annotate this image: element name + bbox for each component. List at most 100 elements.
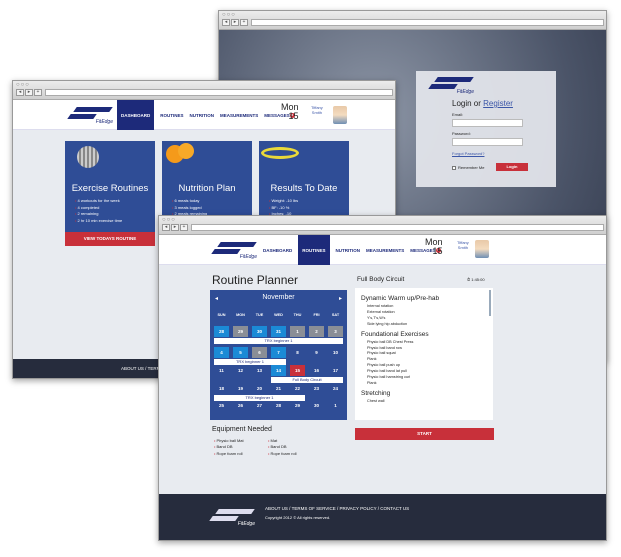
calendar-day[interactable]: 9	[309, 347, 324, 358]
footer-links[interactable]: ABOUT US / TERMS OF SERVICE / PRIVACY PO…	[265, 506, 409, 511]
calendar-day[interactable]: 30	[252, 326, 267, 337]
calendar-day[interactable]: 17	[328, 365, 343, 376]
calendar-day[interactable]: 10	[328, 347, 343, 358]
calendar-day[interactable]: 11	[214, 365, 229, 376]
site-header: FitEdge DASHBOARD ROUTINES NUTRITION MEA…	[159, 235, 606, 265]
calendar-day[interactable]: 28	[214, 326, 229, 337]
calendar-day[interactable]: 6	[252, 347, 267, 358]
calendar-day[interactable]: 19	[233, 383, 248, 394]
calendar-day[interactable]: 14	[271, 365, 286, 376]
add-tab-button[interactable]: +	[180, 224, 188, 231]
calendar-day[interactable]: 15	[290, 365, 305, 376]
register-link[interactable]: Register	[483, 99, 513, 108]
calendar-day[interactable]: 30	[309, 400, 324, 411]
forward-button[interactable]: ▸	[171, 224, 179, 231]
password-label: Password:	[452, 131, 471, 136]
calendar-event[interactable]: TRX beginner 1	[214, 338, 343, 344]
remember-me-checkbox[interactable]: Remember Me	[452, 165, 484, 170]
avatar[interactable]	[333, 106, 347, 124]
calendar-day[interactable]: 29	[290, 400, 305, 411]
back-button[interactable]: ◂	[16, 89, 24, 96]
weekday-header: TUE	[255, 313, 264, 317]
view-todays-routine-button[interactable]: VIEW TODAYS ROUTINE	[65, 232, 155, 246]
calendar-event[interactable]: Full Body Circuit	[271, 377, 343, 383]
calendar-day[interactable]: 23	[309, 383, 324, 394]
add-tab-button[interactable]: +	[34, 89, 42, 96]
calendar-day[interactable]: 26	[233, 400, 248, 411]
calendar-day[interactable]: 27	[252, 400, 267, 411]
routine-exercise-list[interactable]: Dynamic Warm up/Pre-hab Internal rotation…	[355, 288, 493, 420]
calendar-day[interactable]: 25	[214, 400, 229, 411]
nav-nutrition[interactable]: NUTRITION	[190, 113, 215, 118]
exercise-item[interactable]: Chest wall	[361, 399, 487, 405]
calendar-day[interactable]: 13	[252, 365, 267, 376]
calendar-day[interactable]: 5	[233, 347, 248, 358]
calendar-day[interactable]: 29	[233, 326, 248, 337]
calendar-event[interactable]: TRX beginner 1	[214, 359, 286, 365]
calendar-day[interactable]: 24	[328, 383, 343, 394]
fitedge-logo[interactable]: FitEdge	[209, 240, 257, 260]
user-name[interactable]: Tiffany Smith	[311, 105, 323, 115]
nav-dashboard[interactable]: DASHBOARD	[263, 248, 292, 253]
nav-nutrition[interactable]: NUTRITION	[336, 248, 361, 253]
dumbbell-icon	[77, 146, 99, 168]
calendar-day[interactable]: 21	[271, 383, 286, 394]
weekday-header: SUN	[217, 313, 226, 317]
forgot-password-link[interactable]: Forgot Password?	[452, 151, 484, 156]
back-button[interactable]: ◂	[162, 224, 170, 231]
calendar-day[interactable]: 1	[290, 326, 305, 337]
calendar-day[interactable]: 20	[252, 383, 267, 394]
user-name[interactable]: Tiffany Smith	[457, 240, 469, 250]
stopwatch-icon: ⏱	[467, 277, 471, 282]
calendar-day[interactable]: 12	[233, 365, 248, 376]
exercise-item[interactable]: Plank	[361, 381, 487, 387]
section-title: Foundational Exercises	[361, 330, 429, 338]
measuring-tape-icon	[261, 147, 299, 159]
date-display: Mon 15	[281, 102, 299, 121]
calendar-day[interactable]: 31	[271, 326, 286, 337]
next-month-button[interactable]: ▸	[339, 295, 342, 302]
add-tab-button[interactable]: +	[240, 19, 248, 26]
weekday-header: THU	[293, 313, 302, 317]
calendar-day[interactable]: 4	[214, 347, 229, 358]
start-button[interactable]: START	[355, 428, 494, 440]
timer: ⏱ 1:45:00	[467, 277, 485, 282]
scrollbar[interactable]	[489, 290, 491, 316]
fitedge-logo[interactable]: FitEdge	[65, 105, 113, 125]
forward-button[interactable]: ▸	[231, 19, 239, 26]
calendar-day[interactable]: 8	[290, 347, 305, 358]
page-title: Routine Planner	[212, 273, 299, 287]
nav-measurements[interactable]: MEASUREMENTS	[220, 113, 258, 118]
nav-routines[interactable]: ROUTINES	[160, 113, 183, 118]
login-button[interactable]: Login	[496, 163, 528, 171]
calendar: ◂ November ▸ SUN MON TUE WED THU FRI SAT 28 29 30…	[210, 290, 347, 420]
browser-toolbar: ○○○ ◂ ▸ +	[219, 11, 606, 30]
address-bar[interactable]	[251, 19, 604, 26]
nav-measurements[interactable]: MEASUREMENTS	[366, 248, 404, 253]
calendar-day[interactable]: 3	[328, 326, 343, 337]
nav-dashboard[interactable]: DASHBOARD	[117, 100, 155, 130]
date-display: Mon 15	[425, 237, 443, 256]
main-nav: DASHBOARD ROUTINES NUTRITION MEASUREMENT…	[263, 235, 441, 265]
address-bar[interactable]	[191, 224, 604, 231]
address-bar[interactable]	[45, 89, 393, 96]
forward-button[interactable]: ▸	[25, 89, 33, 96]
fitedge-logo-footer: FitEdge	[207, 507, 255, 527]
exercise-item[interactable]: Side lying hip abduction	[361, 322, 487, 328]
section-title: Dynamic Warm up/Pre-hab	[361, 295, 440, 302]
calendar-day[interactable]: 16	[309, 365, 324, 376]
calendar-day[interactable]: 7	[271, 347, 286, 358]
calendar-day[interactable]: 22	[290, 383, 305, 394]
nav-routines[interactable]: ROUTINES	[298, 235, 330, 265]
card-title: Results To Date	[270, 183, 338, 194]
avatar[interactable]	[475, 240, 489, 258]
calendar-day[interactable]: 2	[309, 326, 324, 337]
weekday-header: FRI	[313, 313, 320, 317]
back-button[interactable]: ◂	[222, 19, 230, 26]
calendar-day[interactable]: 28	[271, 400, 286, 411]
calendar-day[interactable]: 18	[214, 383, 229, 394]
password-input[interactable]	[452, 138, 523, 146]
calendar-day[interactable]: 1	[328, 400, 343, 411]
email-input[interactable]	[452, 119, 523, 127]
calendar-event[interactable]: TRX beginner 1	[214, 395, 305, 401]
